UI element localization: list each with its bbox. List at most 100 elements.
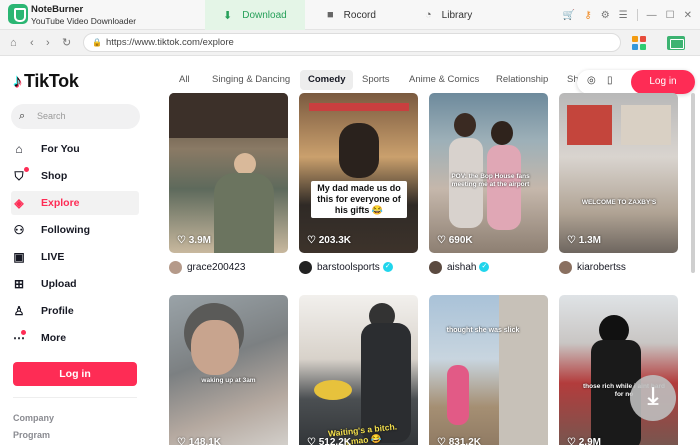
- close-icon[interactable]: ✕: [684, 10, 692, 21]
- search-input[interactable]: ⌕ Search: [11, 104, 140, 129]
- noteburner-logo-icon: [8, 4, 28, 24]
- video-caption: WELCOME TO ZAXBY'S: [581, 199, 657, 206]
- video-author[interactable]: grace200423: [169, 259, 245, 275]
- tab-library-label: Library: [441, 9, 473, 21]
- video-card[interactable]: POV: the Bop House fans meeting me at th…: [429, 93, 548, 253]
- video-card[interactable]: WELCOME TO ZAXBY'S ♡ 1.3M: [559, 93, 678, 253]
- home-icon: ⌂: [15, 142, 23, 156]
- sidebar-item-label: For You: [41, 143, 80, 155]
- download-icon: ⤓: [647, 383, 659, 410]
- author-name: grace200423: [187, 261, 246, 273]
- mobile-icon[interactable]: ▯: [607, 75, 613, 86]
- sidebar-item-following[interactable]: ⚇ Following: [11, 218, 139, 242]
- refresh-icon[interactable]: ↻: [62, 36, 71, 50]
- live-icon: ▣: [13, 250, 25, 264]
- author-name: kiarobertss: [577, 261, 626, 273]
- browser-bar: ⌂ ‹ › ↻ 🔒 https://www.tiktok.com/explore: [0, 30, 700, 56]
- search-icon: ⌕: [19, 110, 26, 122]
- minimize-icon[interactable]: —: [647, 10, 657, 21]
- profile-icon: ♙: [13, 304, 25, 318]
- verified-icon: ✓: [382, 262, 393, 272]
- tiktok-note-icon: ♪: [13, 70, 22, 91]
- app-name: NoteBurner: [31, 4, 84, 15]
- category-sports[interactable]: Sports: [362, 70, 389, 90]
- compass-icon[interactable]: ◎: [587, 75, 596, 86]
- back-icon[interactable]: ‹: [30, 36, 34, 50]
- sidebar-item-label: Shop: [41, 170, 68, 182]
- like-count: ♡ 148.1K: [177, 437, 221, 445]
- settings-icon[interactable]: ⚙: [601, 10, 610, 21]
- top-login-button[interactable]: Log in: [631, 70, 695, 94]
- sidebar-item-label: Upload: [41, 278, 77, 290]
- sidebar-item-more[interactable]: ⋯ More: [11, 326, 139, 350]
- floating-download-button[interactable]: ⤓: [630, 375, 676, 421]
- sidebar-item-label: LIVE: [41, 251, 65, 263]
- video-camera-icon: ■: [327, 9, 334, 21]
- footer-link-company[interactable]: Company: [13, 413, 54, 423]
- video-card[interactable]: ♡ 3.9M: [169, 93, 288, 253]
- like-count: ♡ 690K: [437, 235, 473, 246]
- sidebar-item-upload[interactable]: ⊞ Upload: [11, 272, 139, 296]
- sidebar-item-label: More: [41, 332, 67, 344]
- scrollbar[interactable]: [691, 93, 695, 273]
- category-comedy[interactable]: Comedy: [300, 70, 354, 90]
- video-caption: POV: the Bop House fans meeting me at th…: [451, 173, 530, 188]
- category-anime-comics[interactable]: Anime & Comics: [409, 70, 479, 90]
- category-all[interactable]: All: [179, 70, 190, 90]
- tab-download[interactable]: ⬇ Download: [205, 0, 305, 30]
- sidebar-item-for-you[interactable]: ⌂ For You: [11, 137, 139, 161]
- sidebar-item-shop[interactable]: ⛉ Shop: [11, 164, 139, 188]
- shopping-bag-icon: ⛉: [11, 166, 29, 184]
- video-card[interactable]: thought she was slick ♡ 831.2K: [429, 295, 548, 445]
- url-bar[interactable]: 🔒 https://www.tiktok.com/explore: [83, 33, 621, 52]
- like-count: ♡ 2.9M: [567, 437, 601, 445]
- clock-icon: ◔: [425, 9, 432, 21]
- search-placeholder: Search: [37, 111, 66, 121]
- sidebar: ♪ TikTok ⌕ Search ⌂ For You ⛉ Shop ◈ Exp…: [0, 57, 150, 445]
- tab-record[interactable]: ■ Rocord: [305, 0, 405, 30]
- sidebar-item-explore[interactable]: ◈ Explore: [11, 191, 139, 215]
- app-window: NoteBurner YouTube Video Downloader ⬇ Do…: [0, 0, 700, 445]
- like-count: ♡ 1.3M: [567, 235, 601, 246]
- author-name: aishah: [447, 261, 477, 273]
- video-card[interactable]: those rich while i aint hard for no ♡ 2.…: [559, 295, 678, 445]
- key-icon[interactable]: ⚷: [584, 10, 591, 21]
- avatar: [559, 260, 572, 274]
- like-count: ♡ 831.2K: [437, 437, 481, 445]
- sidebar-item-label: Following: [41, 224, 90, 236]
- video-card[interactable]: Waiting's a bitch. Lmao 😂 ♡ 512.2K: [299, 295, 418, 445]
- forward-icon[interactable]: ›: [46, 36, 50, 50]
- video-caption: thought she was slick: [446, 327, 520, 334]
- sidebar-item-label: Profile: [41, 305, 74, 317]
- apps-grid-icon[interactable]: [632, 36, 646, 50]
- plus-square-icon: ⊞: [13, 277, 25, 291]
- avatar: [299, 260, 312, 274]
- cart-icon[interactable]: 🛒: [563, 10, 575, 21]
- sidebar-item-live[interactable]: ▣ LIVE: [11, 245, 139, 269]
- video-author[interactable]: aishah ✓: [429, 259, 490, 275]
- sidebar-item-label: Explore: [41, 197, 80, 209]
- category-singing-dancing[interactable]: Singing & Dancing: [212, 70, 290, 90]
- footer-link-program[interactable]: Program: [13, 430, 50, 440]
- video-author[interactable]: barstoolsports ✓: [299, 259, 393, 275]
- screenshot-icon[interactable]: [667, 36, 685, 50]
- category-relationship[interactable]: Relationship: [496, 70, 548, 90]
- menu-icon[interactable]: ☰: [619, 10, 628, 21]
- like-count: ♡ 203.3K: [307, 235, 351, 246]
- tab-download-label: Download: [242, 9, 287, 21]
- tab-library[interactable]: ◔ Library: [405, 0, 505, 30]
- url-text: https://www.tiktok.com/explore: [106, 37, 234, 48]
- avatar: [169, 260, 182, 274]
- video-card[interactable]: waking up at 3am ♡ 148.1K: [169, 295, 288, 445]
- video-card[interactable]: My dad made us do this for everyone of h…: [299, 93, 418, 253]
- tiktok-logo[interactable]: ♪ TikTok: [13, 70, 79, 92]
- maximize-icon[interactable]: ☐: [666, 10, 675, 21]
- sidebar-item-profile[interactable]: ♙ Profile: [11, 299, 139, 323]
- titlebar-controls: 🛒 ⚷ ⚙ ☰ — ☐ ✕: [563, 0, 692, 30]
- home-icon[interactable]: ⌂: [10, 36, 17, 50]
- video-author[interactable]: kiarobertss: [559, 259, 626, 275]
- login-button[interactable]: Log in: [13, 362, 137, 386]
- verified-icon: ✓: [479, 262, 490, 272]
- video-caption: waking up at 3am: [201, 377, 256, 384]
- more-icon: ⋯: [13, 330, 26, 345]
